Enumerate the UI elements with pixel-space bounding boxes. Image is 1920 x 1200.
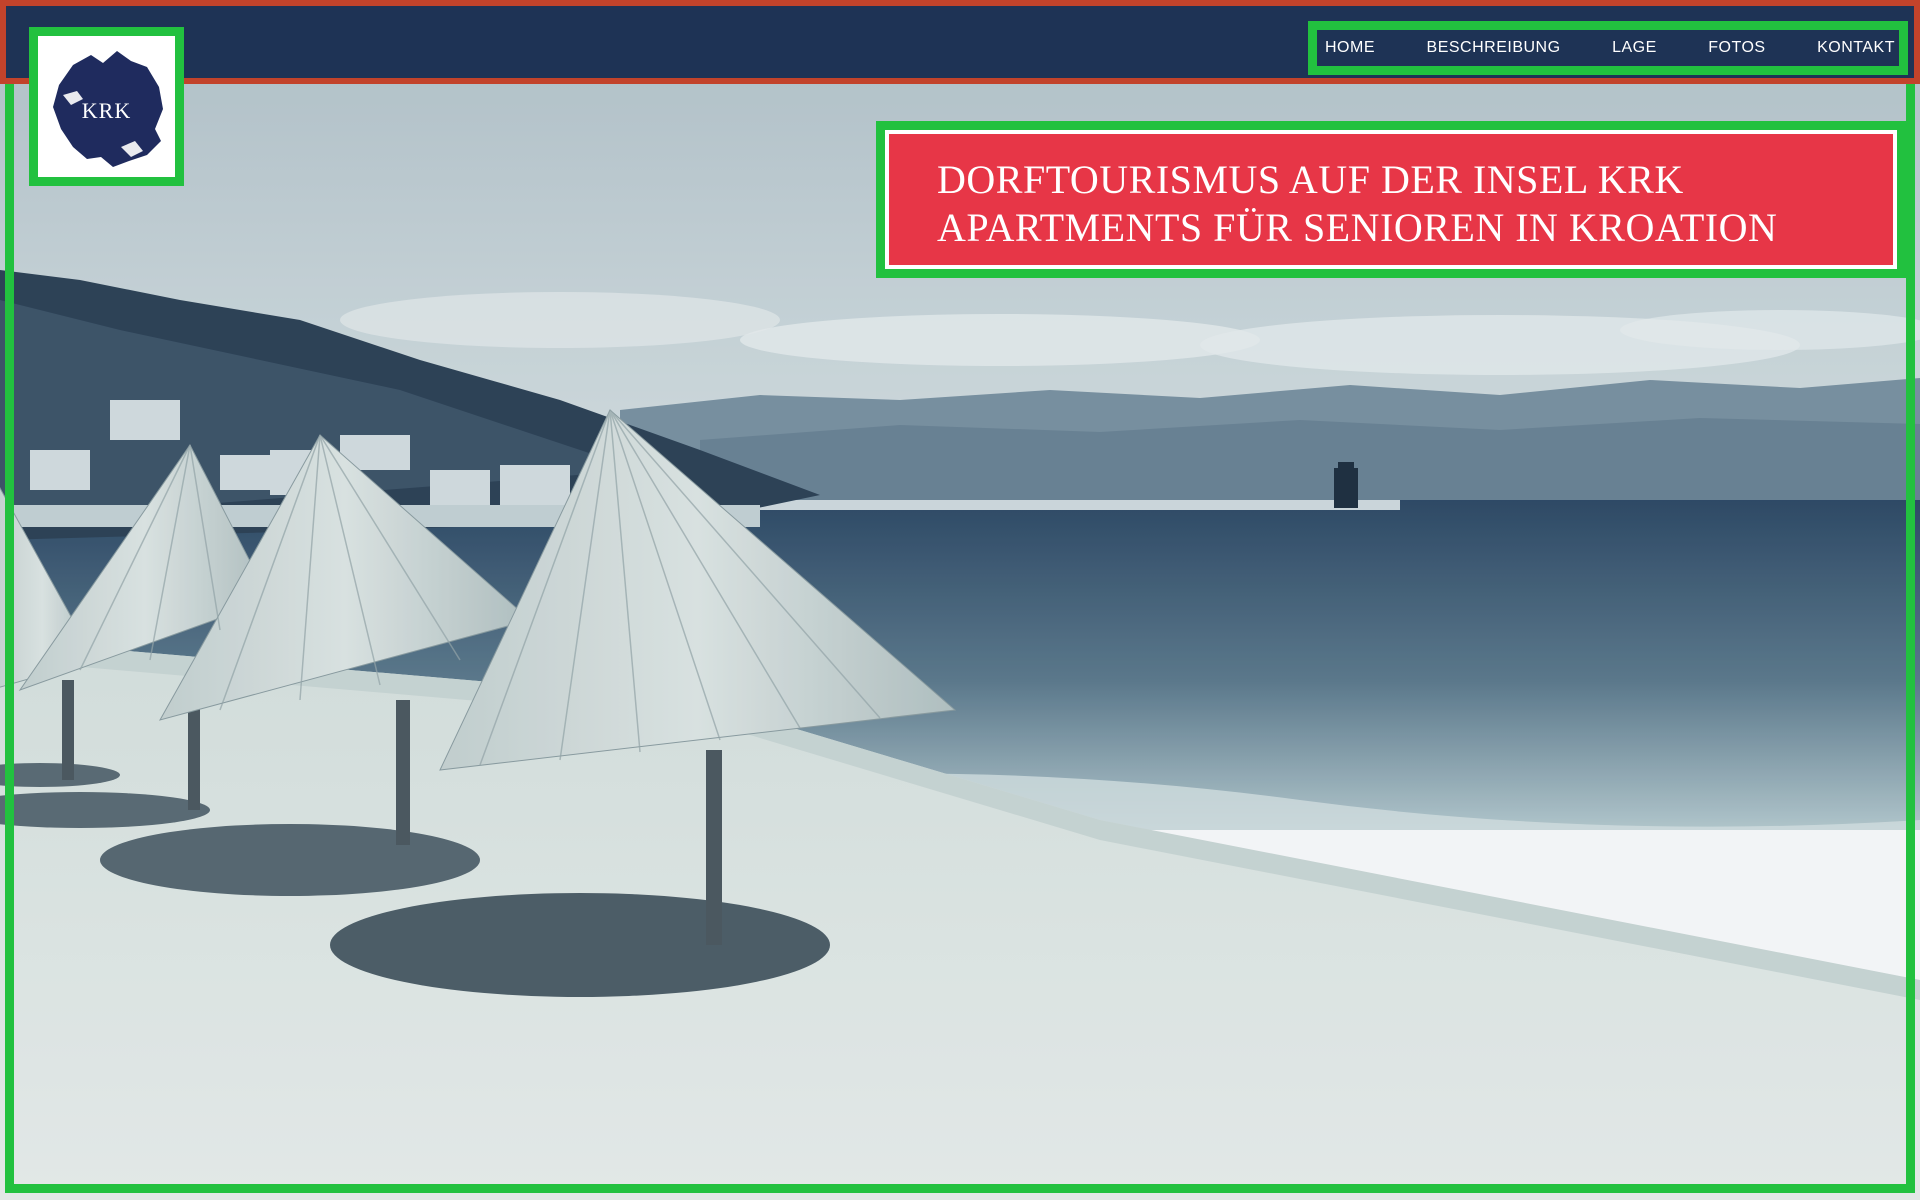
site-logo[interactable]: KRK <box>29 27 184 186</box>
hero-headline-banner: DORFTOURISMUS AUF DER INSEL KRK APARTMEN… <box>889 134 1893 265</box>
hero-headline-line-1: DORFTOURISMUS AUF DER INSEL KRK <box>937 157 1684 202</box>
site-header: HOME BESCHREIBUNG LAGE FOTOS KONTAKT <box>0 0 1920 84</box>
hero-headline-line-2: APARTMENTS FÜR SENIOREN IN KROATION <box>937 205 1778 250</box>
nav-item-beschreibung[interactable]: BESCHREIBUNG <box>1427 39 1561 57</box>
hero-headline-box: DORFTOURISMUS AUF DER INSEL KRK APARTMEN… <box>876 121 1906 278</box>
page: HOME BESCHREIBUNG LAGE FOTOS KONTAKT KRK… <box>0 0 1920 1200</box>
nav-item-lage[interactable]: LAGE <box>1612 39 1657 57</box>
nav-item-fotos[interactable]: FOTOS <box>1708 39 1765 57</box>
nav-item-home[interactable]: HOME <box>1325 39 1375 57</box>
nav-item-kontakt[interactable]: KONTAKT <box>1817 39 1895 57</box>
main-navigation: HOME BESCHREIBUNG LAGE FOTOS KONTAKT <box>1308 21 1908 75</box>
logo-text: KRK <box>81 98 132 123</box>
